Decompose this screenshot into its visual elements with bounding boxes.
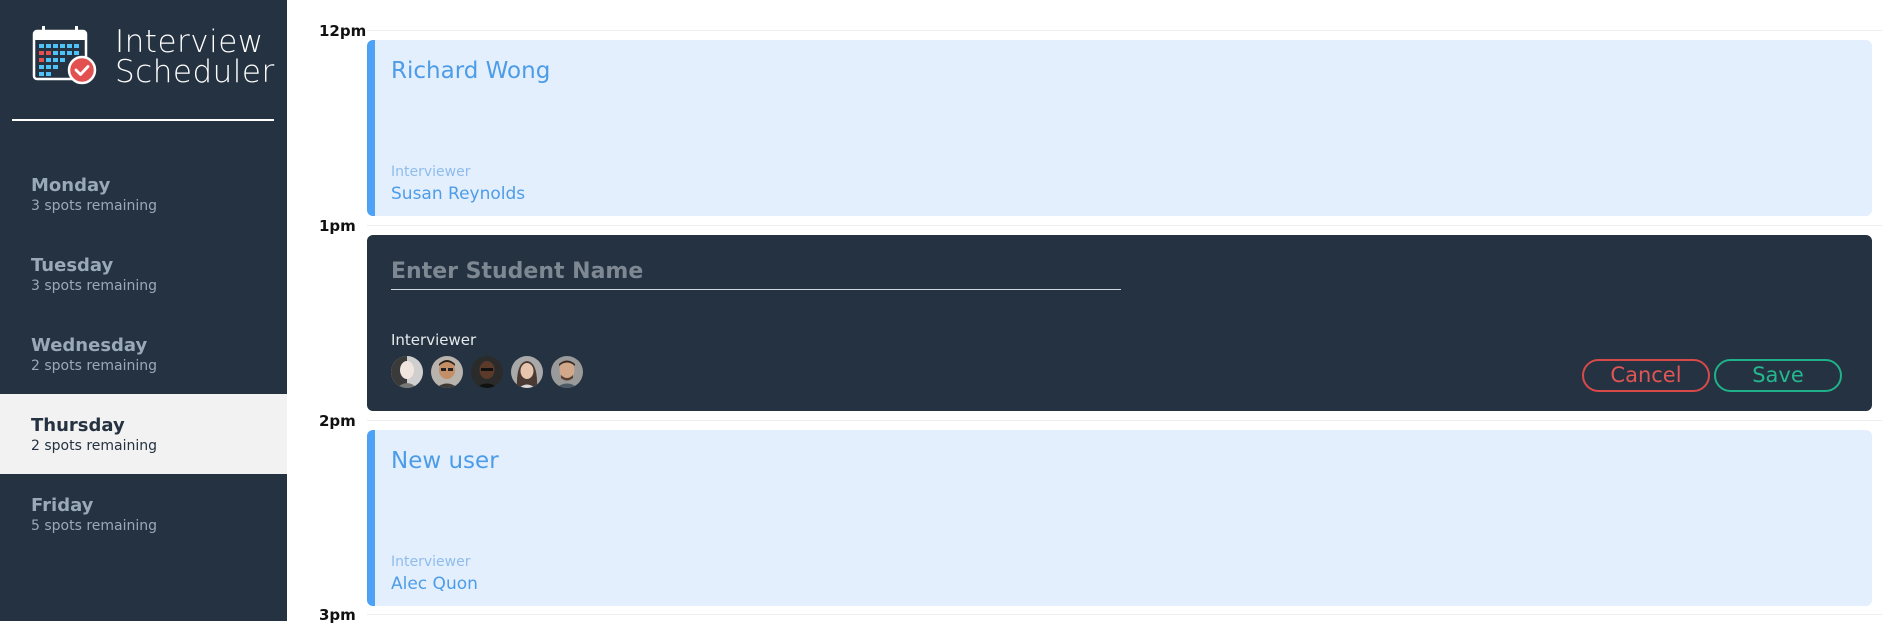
student-name: New user [391, 448, 499, 474]
day-spots: 2 spots remaining [31, 358, 158, 374]
interviewer-avatar-5 [551, 356, 583, 388]
day-item-tuesday[interactable]: Tuesday 3 spots remaining [0, 234, 287, 314]
time-label-2pm: 2pm [319, 412, 356, 430]
cancel-button[interactable]: Cancel [1582, 359, 1710, 392]
interviewer-avatar-1 [391, 356, 423, 388]
schedule: 12pm Richard Wong Interviewer Susan Reyn… [287, 0, 1892, 624]
day-spots: 3 spots remaining [31, 278, 158, 294]
interviewer-list [391, 356, 591, 388]
interviewer-avatar-2 [431, 356, 463, 388]
day-name: Friday [31, 495, 94, 516]
day-name: Thursday [31, 415, 125, 436]
interviewer-name: Alec Quon [391, 574, 478, 594]
interviewer-avatar[interactable] [511, 356, 543, 388]
slot-divider [367, 30, 1882, 31]
day-name: Monday [31, 175, 111, 196]
brand: Interview Scheduler [32, 24, 275, 90]
interviewer-avatar[interactable] [391, 356, 423, 388]
interviewer-label: Interviewer [391, 331, 477, 349]
day-item-monday[interactable]: Monday 3 spots remaining [0, 154, 287, 234]
interviewer-avatar[interactable] [431, 356, 463, 388]
interviewer-label: Interviewer [391, 164, 471, 180]
sidebar: Interview Scheduler Monday 3 spots remai… [0, 0, 287, 621]
time-label-12pm: 12pm [319, 22, 367, 40]
day-item-friday[interactable]: Friday 5 spots remaining [0, 474, 287, 554]
student-name-input[interactable] [391, 254, 1121, 290]
appointment-form: Interviewer [367, 235, 1872, 411]
app-title: Interview Scheduler [115, 24, 275, 90]
slot-divider [367, 614, 1882, 615]
sidebar-divider [12, 119, 274, 121]
app-title-line-2: Scheduler [115, 54, 275, 90]
day-list: Monday 3 spots remaining Tuesday 3 spots… [0, 154, 287, 554]
interviewer-avatar[interactable] [471, 356, 503, 388]
interviewer-avatar-4 [511, 356, 543, 388]
day-name: Wednesday [31, 335, 148, 356]
appointment-accent [367, 40, 375, 216]
interviewer-name: Susan Reynolds [391, 184, 526, 204]
day-item-wednesday[interactable]: Wednesday 2 spots remaining [0, 314, 287, 394]
calendar-check-icon [32, 26, 97, 85]
interviewer-label: Interviewer [391, 554, 471, 570]
appointment-card: Richard Wong Interviewer Susan Reynolds [367, 40, 1872, 216]
app-title-line-1: Interview [115, 24, 264, 60]
day-item-thursday[interactable]: Thursday 2 spots remaining [0, 394, 287, 474]
student-name: Richard Wong [391, 58, 551, 84]
time-label-3pm: 3pm [319, 606, 356, 624]
appointment-card: New user Interviewer Alec Quon [367, 430, 1872, 606]
day-name: Tuesday [31, 255, 114, 276]
day-spots: 2 spots remaining [31, 438, 158, 454]
day-spots: 3 spots remaining [31, 198, 158, 214]
slot-divider [367, 225, 1882, 226]
day-spots: 5 spots remaining [31, 518, 158, 534]
interviewer-avatar-3 [471, 356, 503, 388]
appointment-accent [367, 430, 375, 606]
time-label-1pm: 1pm [319, 217, 356, 235]
interviewer-avatar[interactable] [551, 356, 583, 388]
slot-divider [367, 420, 1882, 421]
save-button[interactable]: Save [1714, 359, 1842, 392]
